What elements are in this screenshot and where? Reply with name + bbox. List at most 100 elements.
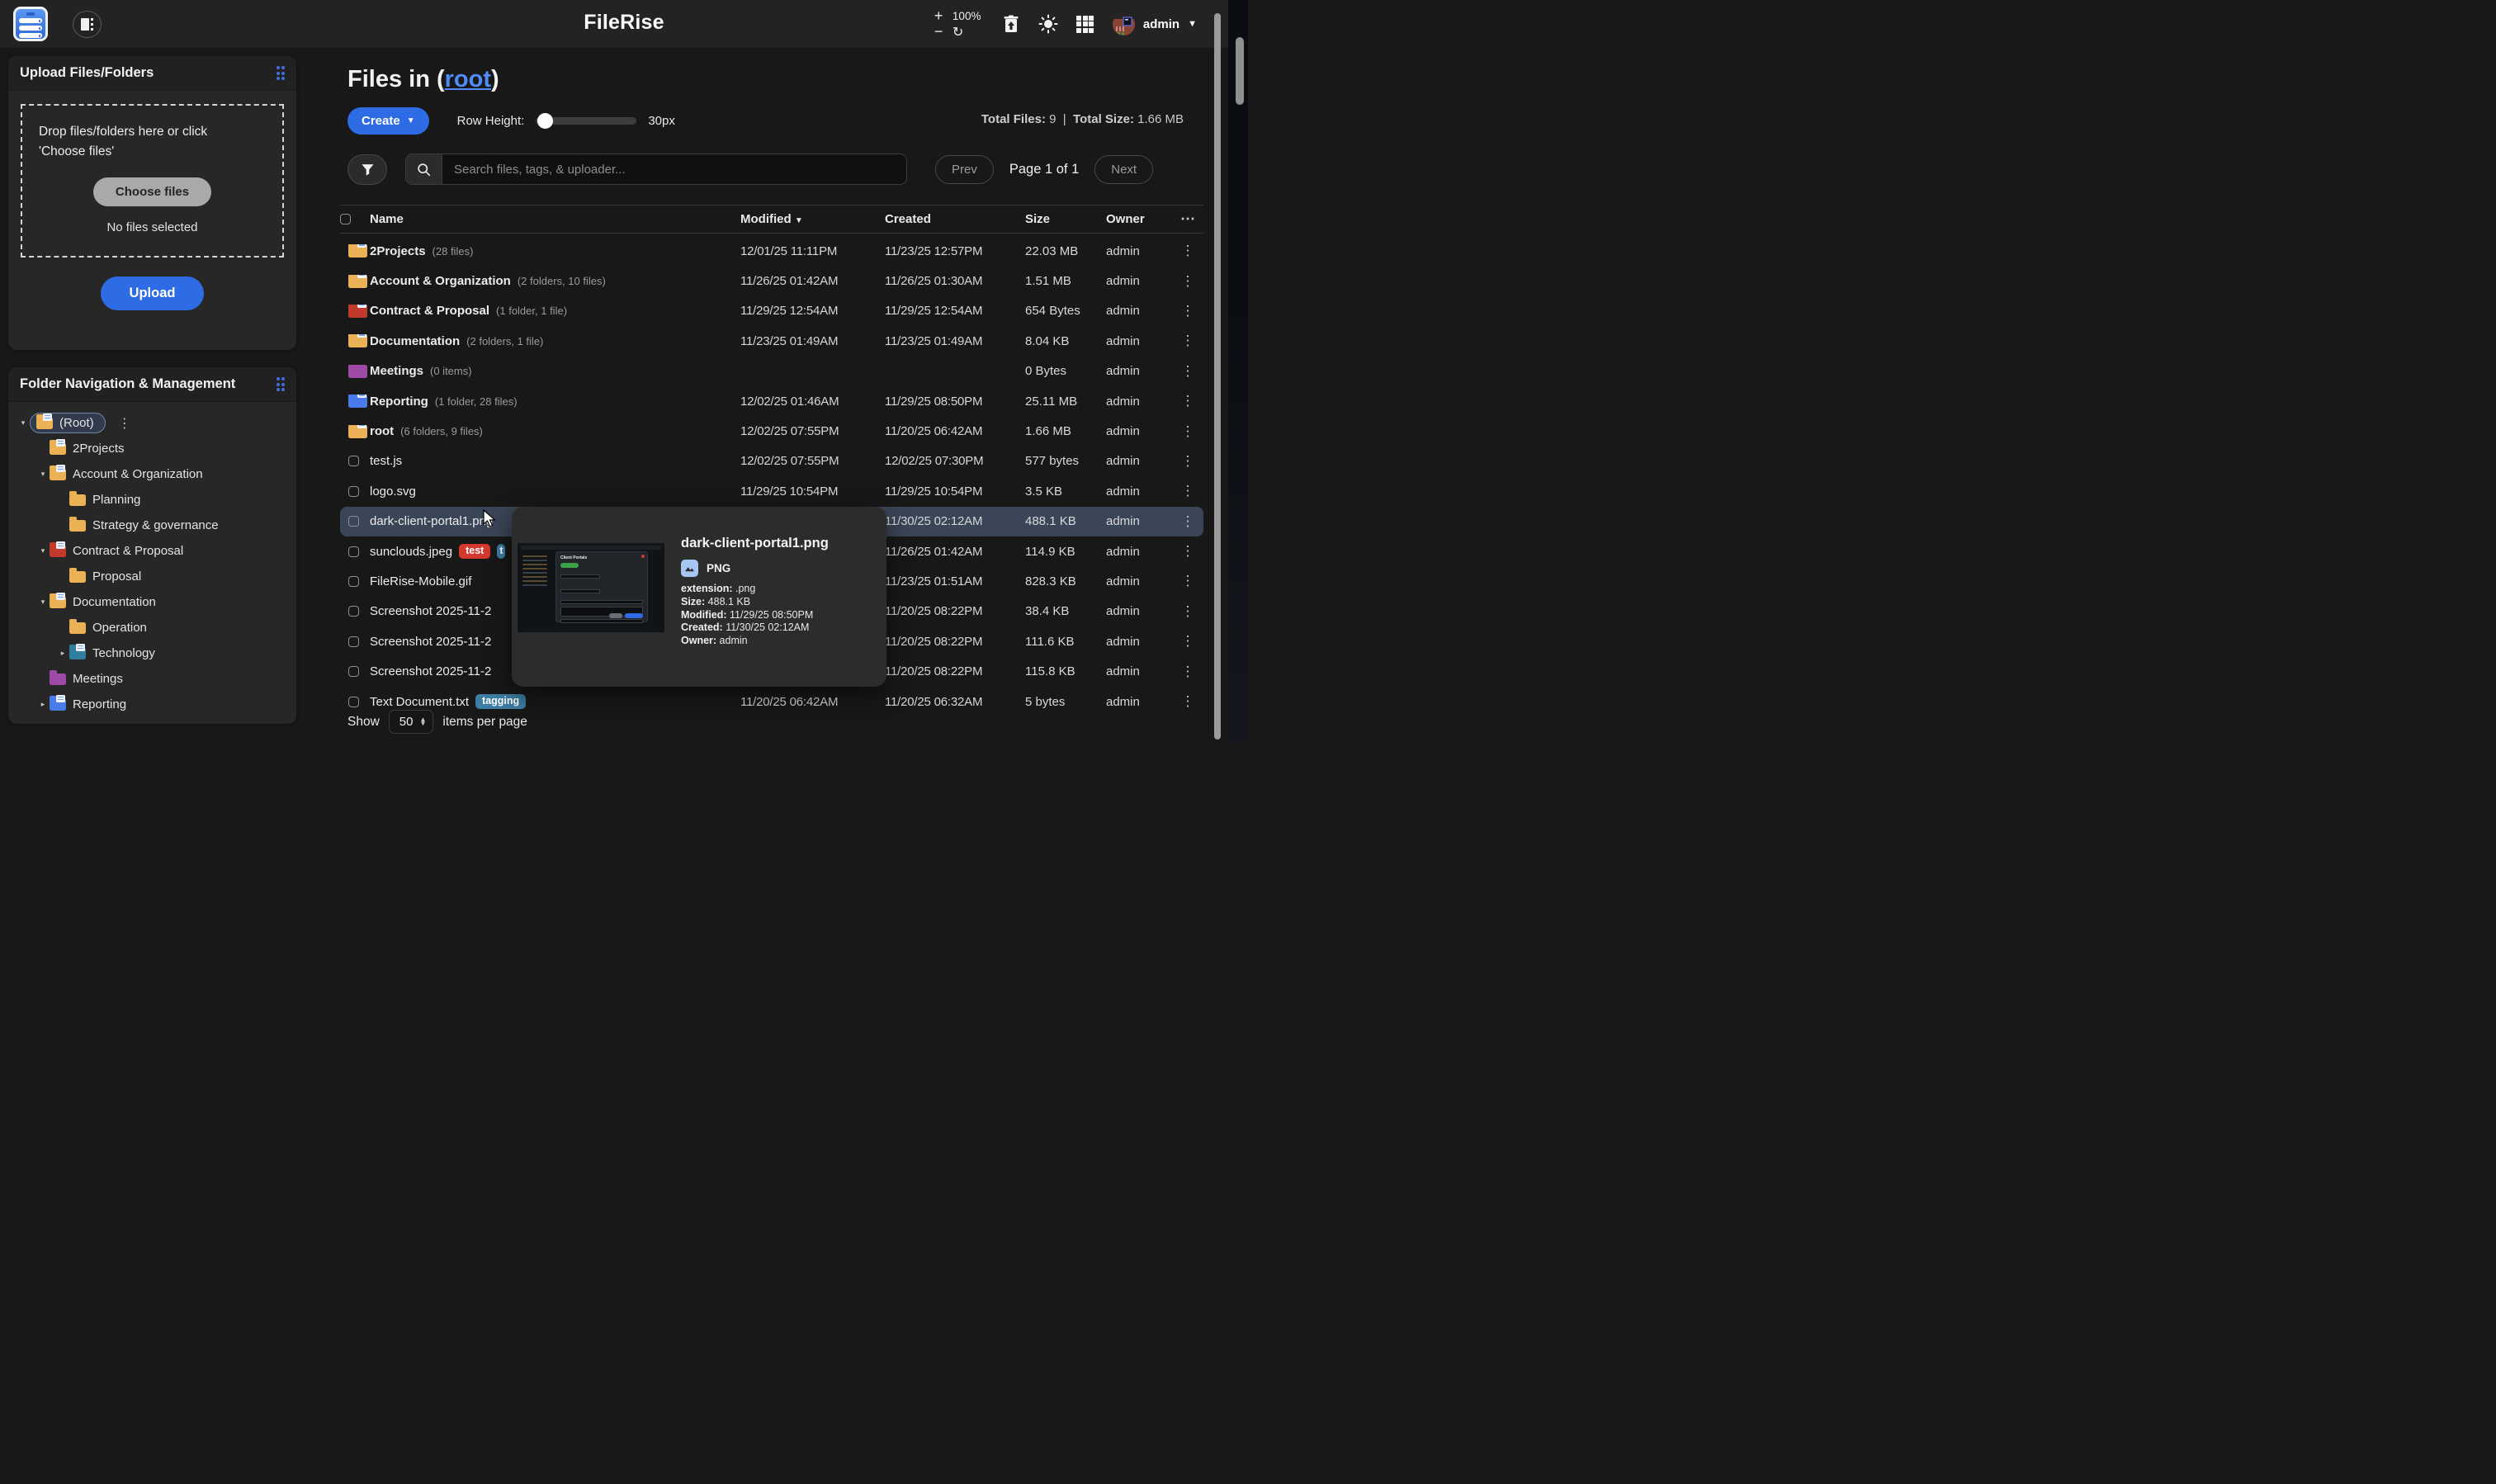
slider-thumb[interactable] [537, 113, 553, 129]
create-button[interactable]: Create▼ [347, 107, 429, 135]
refresh-icon[interactable]: ↻ [953, 24, 984, 40]
upload-button[interactable]: Upload [101, 276, 205, 310]
tag-badge[interactable]: test [459, 544, 490, 560]
folder-name[interactable]: root [370, 424, 394, 438]
tree-item-proposal[interactable]: Proposal [13, 564, 291, 589]
table-row[interactable]: logo.svg11/29/25 10:54PM11/29/25 10:54PM… [340, 476, 1203, 506]
tree-collapse-arrow-icon[interactable]: ▾ [36, 598, 50, 607]
prev-page-button[interactable]: Prev [935, 155, 994, 184]
row-actions-kebab-icon[interactable]: ⋮ [1172, 423, 1203, 440]
filter-button[interactable] [347, 154, 387, 185]
folder-name[interactable]: Reporting [370, 395, 428, 409]
folder-name[interactable]: Documentation [370, 334, 460, 348]
folder-name[interactable]: Account & Organization [370, 274, 511, 288]
user-menu[interactable]: admin ▼ [1113, 13, 1197, 35]
search-input[interactable] [442, 154, 906, 184]
row-checkbox[interactable] [348, 456, 359, 466]
zoom-out-button[interactable]: − [934, 23, 946, 40]
file-name[interactable]: Text Document.txt [370, 695, 469, 709]
column-header-created[interactable]: Created [875, 212, 1015, 226]
tree-expand-arrow-icon[interactable]: ▸ [36, 700, 50, 709]
tree-collapse-arrow-icon[interactable]: ▾ [36, 546, 50, 555]
trash-restore-button[interactable] [1001, 14, 1021, 34]
row-actions-kebab-icon[interactable]: ⋮ [1172, 603, 1203, 620]
tag-badge[interactable]: tagging [475, 694, 526, 710]
row-checkbox[interactable] [348, 666, 359, 677]
row-checkbox[interactable] [348, 546, 359, 557]
next-page-button[interactable]: Next [1094, 155, 1153, 184]
selected-folder-pill[interactable]: (Root) [30, 413, 106, 433]
file-dropzone[interactable]: Drop files/folders here or click 'Choose… [21, 104, 284, 258]
page-scrollbar-thumb[interactable] [1236, 37, 1244, 105]
row-checkbox[interactable] [348, 606, 359, 617]
table-row[interactable]: Account & Organization(2 folders, 10 fil… [340, 266, 1203, 295]
table-row[interactable]: Documentation(2 folders, 1 file)11/23/25… [340, 326, 1203, 356]
row-actions-kebab-icon[interactable]: ⋮ [1172, 633, 1203, 650]
file-name[interactable]: dark-client-portal1.png [370, 514, 493, 528]
tree-item--root-[interactable]: ▾(Root) ⋮ [13, 410, 291, 436]
row-actions-kebab-icon[interactable]: ⋮ [1172, 363, 1203, 380]
row-actions-kebab-icon[interactable]: ⋮ [1172, 483, 1203, 499]
file-name[interactable]: sunclouds.jpeg [370, 545, 452, 559]
page-scrollbar-track[interactable] [1228, 0, 1248, 742]
root-breadcrumb-link[interactable]: root [445, 66, 491, 92]
table-row[interactable]: Reporting(1 folder, 28 files)12/02/25 01… [340, 386, 1203, 416]
tree-item-meetings[interactable]: Meetings [13, 666, 291, 692]
tree-item-contract-proposal[interactable]: ▾Contract & Proposal [13, 538, 291, 564]
tree-collapse-arrow-icon[interactable]: ▾ [36, 470, 50, 479]
table-row[interactable]: test.js12/02/25 07:55PM12/02/25 07:30PM5… [340, 447, 1203, 476]
table-row[interactable]: 2Projects(28 files)12/01/25 11:11PM11/23… [340, 236, 1203, 266]
row-checkbox[interactable] [348, 486, 359, 497]
tree-item-technology[interactable]: ▸Technology [13, 640, 291, 666]
file-name[interactable]: Screenshot 2025-11-2 [370, 635, 491, 649]
tree-item-2projects[interactable]: 2Projects [13, 436, 291, 461]
row-actions-kebab-icon[interactable]: ⋮ [1172, 393, 1203, 409]
row-actions-kebab-icon[interactable]: ⋮ [1172, 303, 1203, 319]
column-header-name[interactable]: Name [370, 212, 730, 226]
row-actions-kebab-icon[interactable]: ⋮ [1172, 453, 1203, 470]
items-per-page-select[interactable]: 50 ▲▼ [389, 710, 434, 734]
row-actions-kebab-icon[interactable]: ⋮ [1172, 513, 1203, 530]
tree-item-documentation[interactable]: ▾Documentation [13, 589, 291, 615]
file-name[interactable]: Screenshot 2025-11-2 [370, 664, 491, 678]
row-checkbox[interactable] [348, 697, 359, 707]
choose-files-button[interactable]: Choose files [93, 177, 211, 206]
column-header-actions[interactable]: ⋯ [1172, 210, 1203, 228]
row-actions-kebab-icon[interactable]: ⋮ [1172, 543, 1203, 560]
row-actions-kebab-icon[interactable]: ⋮ [1172, 333, 1203, 349]
tree-item-planning[interactable]: Planning [13, 487, 291, 513]
drag-handle-icon[interactable] [277, 377, 286, 391]
row-actions-kebab-icon[interactable]: ⋮ [1172, 573, 1203, 589]
tree-item-reporting[interactable]: ▸Reporting [13, 692, 291, 717]
row-actions-kebab-icon[interactable]: ⋮ [1172, 273, 1203, 290]
folder-name[interactable]: Meetings [370, 364, 423, 378]
file-name[interactable]: FileRise-Mobile.gif [370, 574, 471, 588]
folder-name[interactable]: 2Projects [370, 244, 426, 258]
column-header-owner[interactable]: Owner [1096, 212, 1172, 226]
file-name[interactable]: logo.svg [370, 484, 416, 499]
tree-item-strategy-governance[interactable]: Strategy & governance [13, 513, 291, 538]
row-checkbox[interactable] [348, 576, 359, 587]
row-height-slider[interactable] [536, 117, 636, 125]
zoom-in-button[interactable]: + [934, 7, 946, 25]
tree-item-account-organization[interactable]: ▾Account & Organization [13, 461, 291, 487]
table-row[interactable]: root(6 folders, 9 files)12/02/25 07:55PM… [340, 416, 1203, 446]
folder-name[interactable]: Contract & Proposal [370, 304, 489, 318]
folder-menu-kebab-icon[interactable]: ⋮ [118, 415, 131, 432]
theme-toggle-button[interactable] [1038, 14, 1058, 34]
tree-expand-arrow-icon[interactable]: ▸ [56, 649, 69, 658]
row-checkbox[interactable] [348, 516, 359, 527]
content-scrollbar[interactable] [1214, 13, 1221, 740]
tree-item-operation[interactable]: Operation [13, 615, 291, 640]
select-all-checkbox[interactable] [340, 214, 351, 224]
tree-collapse-arrow-icon[interactable]: ▾ [17, 418, 30, 428]
apps-grid-button[interactable] [1075, 14, 1095, 34]
column-header-size[interactable]: Size [1015, 212, 1096, 226]
file-name[interactable]: test.js [370, 454, 402, 468]
row-actions-kebab-icon[interactable]: ⋮ [1172, 693, 1203, 710]
tag-badge[interactable]: t [497, 544, 505, 560]
file-name[interactable]: Screenshot 2025-11-2 [370, 604, 491, 618]
row-actions-kebab-icon[interactable]: ⋮ [1172, 664, 1203, 680]
column-header-modified[interactable]: Modified ▼ [730, 212, 875, 226]
drag-handle-icon[interactable] [277, 66, 286, 80]
